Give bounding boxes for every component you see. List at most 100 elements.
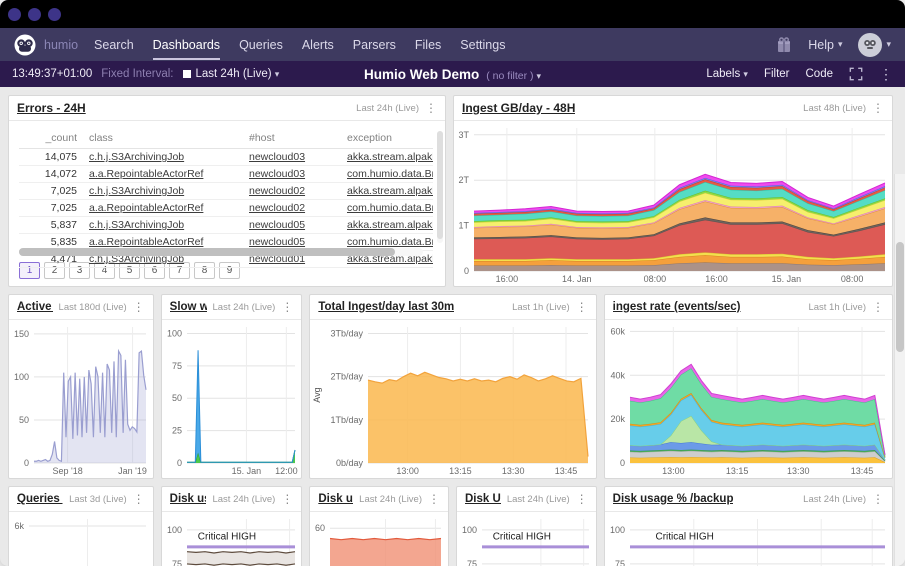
- cell-link[interactable]: newcloud05: [249, 219, 305, 231]
- svg-text:75: 75: [615, 559, 625, 566]
- table-cell: akka.stream.alpakka.s3.S3Exception: [341, 216, 433, 234]
- svg-text:2T: 2T: [458, 175, 469, 185]
- widget-time-range: Last 1h (Live): [512, 301, 570, 313]
- chart-active-users: 0 50 100 150 Sep '18 Jan '19: [9, 320, 153, 478]
- cell-link[interactable]: com.humio.data.BrokenSegmentException: [347, 168, 433, 180]
- svg-text:Critical HIGH: Critical HIGH: [493, 531, 551, 542]
- kebab-menu-icon[interactable]: ⋮: [281, 300, 293, 314]
- code-button[interactable]: Code: [806, 68, 834, 80]
- table-cell: c.h.j.S3ArchivingJob: [83, 182, 243, 200]
- table-cell: 7,025: [19, 182, 83, 200]
- widget-slow-warn: Slow warn... Last 24h (Live) ⋮ 0 25 50 75 10…: [160, 294, 303, 479]
- nav-item-parsers[interactable]: Parsers: [353, 30, 396, 60]
- time-range-value: Last 24h (Live): [195, 68, 272, 80]
- kebab-menu-icon[interactable]: ⋮: [428, 492, 440, 506]
- svg-text:75: 75: [467, 559, 477, 566]
- kebab-menu-icon[interactable]: ⋮: [576, 492, 588, 506]
- cell-link[interactable]: newcloud02: [249, 185, 305, 197]
- cell-link[interactable]: c.h.j.S3ArchivingJob: [89, 185, 184, 197]
- widget-title-link[interactable]: Disk Usag...: [465, 493, 501, 505]
- column-header-exception[interactable]: exception: [341, 129, 433, 149]
- cell-link[interactable]: a.a.RepointableActorRef: [89, 168, 203, 180]
- widget-title-link[interactable]: ingest rate (events/sec): [613, 301, 741, 313]
- table-row: 14,072 a.a.RepointableActorRef newcloud03 c…: [19, 165, 433, 183]
- cell-link[interactable]: c.h.j.S3ArchivingJob: [89, 151, 184, 163]
- nav-item-search[interactable]: Search: [94, 30, 134, 60]
- cell-link[interactable]: akka.stream.alpakka.s3.S3Exception: [347, 185, 433, 197]
- page-vertical-scrollbar[interactable]: [894, 174, 905, 566]
- humio-logo-icon[interactable]: [14, 34, 36, 56]
- table-cell: 5,837: [19, 216, 83, 234]
- widget-title-link[interactable]: Ingest GB/day - 48H: [462, 101, 575, 115]
- widget-time-range: Last 24h (Live): [212, 301, 276, 313]
- nav-item-dashboards[interactable]: Dashboards: [152, 30, 221, 60]
- widget-title-link[interactable]: Disk usag...: [170, 493, 207, 505]
- window-close-button[interactable]: [8, 7, 21, 21]
- user-menu[interactable]: ▾: [858, 32, 891, 57]
- kebab-menu-icon[interactable]: ⋮: [133, 300, 145, 314]
- kebab-menu-icon[interactable]: ⋮: [281, 492, 293, 506]
- cell-link[interactable]: newcloud02: [249, 202, 305, 214]
- table-cell: 14,075: [19, 148, 83, 166]
- table-vertical-scrollbar[interactable]: [437, 131, 443, 243]
- column-header-count[interactable]: _count: [19, 129, 83, 149]
- cell-link[interactable]: akka.stream.alpakka.s3.S3Exception: [347, 151, 433, 163]
- cell-link[interactable]: a.a.RepointableActorRef: [89, 236, 203, 248]
- svg-text:16:00: 16:00: [705, 274, 728, 284]
- scrollbar-thumb[interactable]: [896, 242, 904, 352]
- nav-item-queries[interactable]: Queries: [239, 30, 283, 60]
- chart-disk-usage-1: 1007550250Critical HIGH: [162, 512, 302, 566]
- app-window: humio Search Dashboards Queries Alerts Parse…: [0, 0, 905, 566]
- window-minimize-button[interactable]: [28, 7, 41, 21]
- column-header-host[interactable]: #host: [243, 129, 341, 149]
- gift-icon[interactable]: [776, 36, 792, 53]
- table-cell: 7,025: [19, 199, 83, 217]
- help-label: Help: [808, 37, 834, 52]
- kebab-menu-icon[interactable]: ⋮: [133, 492, 145, 506]
- filter-hint-label: ( no filter ): [486, 69, 534, 82]
- filter-selector[interactable]: ( no filter ) ▾: [486, 70, 541, 82]
- widget-title-link[interactable]: Total Ingest/day last 30m: [318, 301, 454, 313]
- cell-link[interactable]: newcloud05: [249, 236, 305, 248]
- window-maximize-button[interactable]: [48, 7, 61, 21]
- kebab-menu-icon[interactable]: ⋮: [872, 300, 884, 314]
- svg-text:60k: 60k: [610, 326, 625, 336]
- widget-title-link[interactable]: Slow warn...: [170, 301, 207, 313]
- cell-link[interactable]: akka.stream.alpakka.s3.S3Exception: [347, 219, 433, 231]
- kebab-menu-icon[interactable]: ⋮: [879, 66, 893, 83]
- svg-text:100: 100: [167, 328, 182, 338]
- labels-button[interactable]: Labels ▾: [706, 68, 748, 80]
- svg-text:14. Jan: 14. Jan: [562, 274, 592, 284]
- nav-item-settings[interactable]: Settings: [460, 30, 505, 60]
- help-menu[interactable]: Help ▾: [808, 38, 842, 52]
- widget-title-link[interactable]: Disk usag...: [318, 493, 353, 505]
- kebab-menu-icon[interactable]: ⋮: [872, 492, 884, 506]
- errors-table-header: _count class #host exception: [19, 129, 433, 149]
- cell-link[interactable]: c.h.j.S3ArchivingJob: [89, 219, 184, 231]
- cell-link[interactable]: newcloud03: [249, 151, 305, 163]
- nav-item-alerts[interactable]: Alerts: [302, 30, 334, 60]
- cell-link[interactable]: com.humio.data.BrokenSegmentException: [347, 236, 433, 248]
- main-navbar: humio Search Dashboards Queries Alerts Parse…: [0, 28, 905, 61]
- kebab-menu-icon[interactable]: ⋮: [425, 101, 437, 115]
- widget-title-link[interactable]: Disk usage % /backup: [613, 493, 734, 505]
- table-horizontal-scrollbar[interactable]: [19, 248, 423, 256]
- cell-link[interactable]: com.humio.data.BrokenSegmentException: [347, 202, 433, 214]
- svg-text:13:30: 13:30: [787, 466, 810, 476]
- svg-text:6k: 6k: [14, 521, 24, 531]
- widget-title-link[interactable]: Errors - 24H: [17, 101, 86, 115]
- stop-icon[interactable]: [182, 70, 191, 78]
- column-header-class[interactable]: class: [83, 129, 243, 149]
- nav-item-files[interactable]: Files: [415, 30, 441, 60]
- widget-title-link[interactable]: Queries pe...: [17, 493, 63, 505]
- cell-link[interactable]: newcloud03: [249, 168, 305, 180]
- time-range-selector[interactable]: Last 24h (Live) ▾: [182, 68, 279, 80]
- dashboard-toolbar: 13:49:37+01:00 Fixed Interval: Last 24h …: [0, 61, 905, 87]
- widget-time-range: Last 24h (Live): [356, 102, 419, 114]
- filter-button[interactable]: Filter: [764, 68, 790, 80]
- kebab-menu-icon[interactable]: ⋮: [872, 101, 884, 115]
- cell-link[interactable]: a.a.RepointableActorRef: [89, 202, 203, 214]
- kebab-menu-icon[interactable]: ⋮: [576, 300, 588, 314]
- widget-title-link[interactable]: Active us...: [17, 301, 53, 313]
- fullscreen-icon[interactable]: [849, 67, 863, 81]
